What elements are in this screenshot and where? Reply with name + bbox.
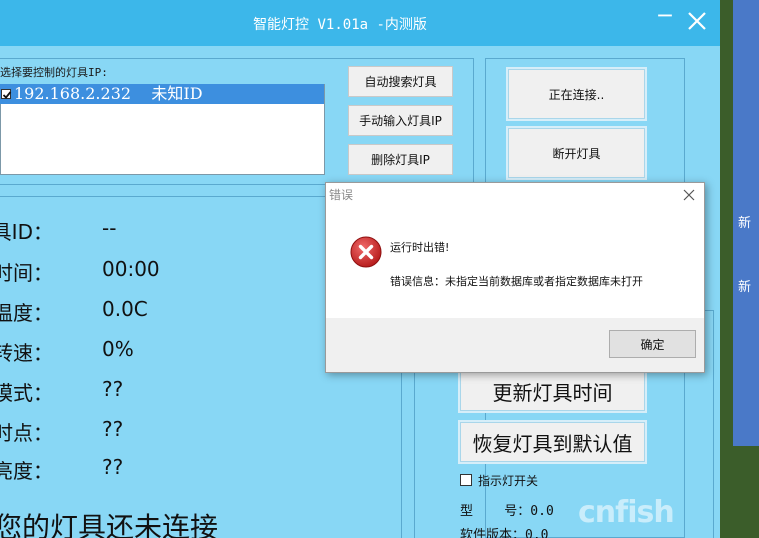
update-time-button[interactable]: 更新灯具时间 [460, 371, 645, 411]
ip-checkbox[interactable] [1, 89, 12, 99]
background-window-text: 新 [738, 216, 752, 231]
mode-label: 当前模式： [0, 381, 53, 405]
brightness-value: ?? [102, 455, 124, 479]
dialog-title: 错误 [329, 188, 354, 202]
light-id-label: 灯具ID： [0, 220, 53, 244]
disconnect-button[interactable]: 断开灯具 [508, 128, 645, 178]
indicator-checkbox[interactable] [460, 474, 472, 486]
minimize-button[interactable]: ─ [652, 6, 678, 34]
light-id-value: -- [102, 216, 117, 240]
indicator-label: 指示灯开关 [478, 474, 539, 488]
timer-value: ?? [102, 417, 124, 441]
timer-label: 定时点： [0, 421, 53, 445]
ip-list-label: 选择要控制的灯具IP: [0, 66, 108, 79]
ok-button[interactable]: 确定 [609, 330, 696, 358]
dialog-close-button[interactable] [680, 186, 698, 204]
firmware-version-label: 软件版本：0.0 [460, 528, 549, 538]
close-icon [688, 12, 706, 30]
light-time-value: 00:00 [102, 257, 160, 281]
checkmark-icon [2, 91, 12, 99]
light-temp-label: 灯具温度： [0, 301, 53, 325]
model-label: 型 号：0.0 [460, 504, 554, 519]
dialog-body [326, 208, 704, 318]
background-window-text: 新 [738, 280, 752, 295]
connection-status-text: 您的灯具还未连接 [0, 511, 219, 538]
error-detail: 错误信息：未指定当前数据库或者指定数据库未打开 [390, 275, 643, 288]
brightness-label: 当前亮度： [0, 459, 53, 483]
delete-ip-button[interactable]: 删除灯具IP [348, 144, 453, 175]
fan-speed-value: 0% [102, 337, 134, 361]
connect-button[interactable]: 正在连接.. [508, 69, 645, 119]
light-temp-value: 0.0C [102, 297, 148, 321]
close-button[interactable] [682, 6, 712, 36]
light-time-label: 灯具时间： [0, 261, 53, 285]
close-icon [683, 189, 695, 201]
app-title: 智能灯控 V1.01a -内测版 [253, 17, 427, 33]
fan-speed-label: 风扇转速： [0, 341, 53, 365]
manual-input-button[interactable]: 手动输入灯具IP [348, 105, 453, 136]
error-heading: 运行时出错! [390, 241, 450, 254]
restore-default-button[interactable]: 恢复灯具到默认值 [460, 422, 645, 462]
watermark-logo: cnfish [578, 495, 675, 530]
auto-search-button[interactable]: 自动搜索灯具 [348, 66, 453, 97]
ip-item-text: 192.168.2.232 未知ID [14, 84, 203, 103]
mode-value: ?? [102, 377, 124, 401]
error-icon [350, 236, 382, 268]
